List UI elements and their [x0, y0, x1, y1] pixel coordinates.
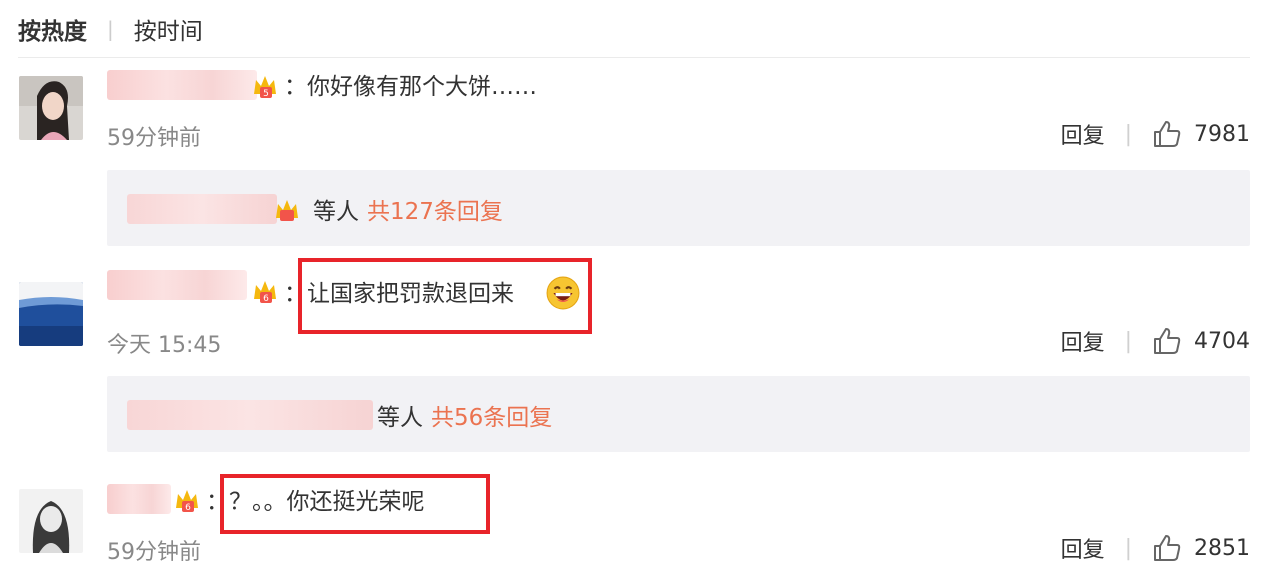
replies-etc-label: 等人 — [313, 199, 359, 225]
like-count: 2851 — [1194, 535, 1250, 561]
sort-separator: | — [107, 17, 114, 41]
replies-etc-label: 等人 — [377, 405, 423, 431]
like-count: 4704 — [1194, 328, 1250, 354]
thumbs-up-icon[interactable] — [1152, 533, 1182, 563]
replier-names — [127, 194, 277, 224]
comment-time: 59分钟前 — [107, 126, 201, 151]
svg-text:6: 6 — [185, 503, 191, 513]
sort-by-hot-tab[interactable]: 按热度 — [18, 12, 87, 46]
comment-actions: 回复 | 4704 — [1061, 325, 1250, 357]
username[interactable] — [107, 484, 171, 514]
highlight-box — [298, 258, 592, 334]
vip-crown-icon: 6 — [176, 490, 198, 513]
comment-time: 今天 15:45 — [107, 333, 222, 358]
sort-bar: 按热度 | 按时间 — [18, 12, 203, 46]
view-replies-link[interactable]: 共127条回复 — [367, 199, 503, 225]
username[interactable] — [107, 70, 257, 100]
reply-summary[interactable]: 等人 共56条回复 — [107, 376, 1250, 452]
thumbs-up-icon[interactable] — [1152, 326, 1182, 356]
svg-text:6: 6 — [263, 294, 269, 304]
svg-text:5: 5 — [263, 89, 269, 99]
action-separator: | — [1124, 121, 1132, 147]
avatar[interactable] — [19, 282, 83, 346]
vip-crown-icon: 6 — [254, 281, 276, 304]
vip-crown-icon: 5 — [254, 76, 276, 99]
replier-names — [127, 400, 373, 430]
comment-actions: 回复 | 7981 — [1061, 118, 1250, 150]
reply-button[interactable]: 回复 — [1061, 325, 1105, 357]
reply-button[interactable]: 回复 — [1061, 532, 1105, 564]
comment-actions: 回复 | 2851 — [1061, 532, 1250, 564]
comment-text: ：你好像有那个大饼…… — [284, 74, 537, 100]
reply-summary[interactable]: 等人 共127条回复 — [107, 170, 1250, 246]
avatar[interactable] — [19, 76, 83, 140]
view-replies-link[interactable]: 共56条回复 — [431, 405, 552, 431]
reply-button[interactable]: 回复 — [1061, 118, 1105, 150]
vip-crown-icon — [276, 200, 298, 221]
action-separator: | — [1124, 328, 1132, 354]
like-count: 7981 — [1194, 121, 1250, 147]
username[interactable] — [107, 270, 247, 300]
thumbs-up-icon[interactable] — [1152, 119, 1182, 149]
highlight-box — [220, 474, 490, 534]
sort-by-time-tab[interactable]: 按时间 — [134, 12, 203, 46]
action-separator: | — [1124, 535, 1132, 561]
sort-divider — [18, 57, 1250, 58]
comment-time: 59分钟前 — [107, 540, 201, 565]
avatar[interactable] — [19, 489, 83, 553]
